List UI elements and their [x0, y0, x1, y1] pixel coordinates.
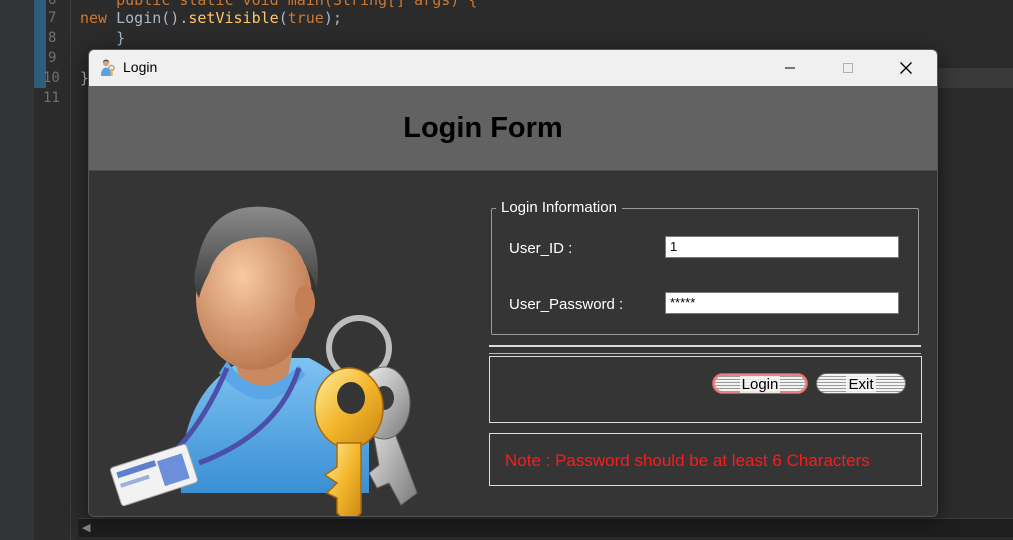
minimize-button[interactable]: [761, 50, 819, 86]
form-header: Login Form: [89, 86, 937, 171]
code-class: Login: [107, 9, 162, 27]
code-literal: true: [287, 9, 324, 27]
minimize-icon: [785, 67, 795, 69]
user-password-label: User_Password :: [509, 296, 624, 313]
user-keys-icon: [101, 59, 115, 76]
user-id-input[interactable]: 1: [665, 236, 899, 258]
password-note: Note : Password should be at least 6 Cha…: [505, 451, 870, 470]
login-window: Login Login Form Login Information User_…: [88, 49, 938, 517]
ide-current-line: [936, 68, 1013, 88]
maximize-icon: [843, 63, 853, 73]
code-method: setVisible: [188, 9, 279, 27]
ide-left-strip: [0, 0, 34, 540]
user-id-label: User_ID :: [509, 240, 573, 257]
close-icon: [900, 62, 912, 74]
code-punct: (: [278, 9, 288, 27]
separator: [489, 345, 921, 354]
code-keyword: new: [80, 9, 108, 27]
window-title: Login: [123, 59, 158, 75]
login-information-group: Login Information User_ID : 1 User_Passw…: [491, 199, 919, 335]
code-punct: ().: [161, 9, 189, 27]
exit-button[interactable]: Exit: [816, 373, 906, 394]
button-panel: Login Exit: [489, 356, 922, 423]
close-button[interactable]: [877, 50, 935, 86]
login-button[interactable]: Login: [712, 373, 808, 394]
note-panel: Note : Password should be at least 6 Cha…: [489, 433, 922, 486]
user-password-input[interactable]: *****: [665, 292, 899, 314]
horizontal-scrollbar[interactable]: ◀: [78, 518, 1013, 537]
page-title: Login Form: [403, 112, 563, 144]
fieldset-legend: Login Information: [496, 199, 622, 216]
maximize-button[interactable]: [819, 50, 877, 86]
ide-line-numbers: 6 7 8 9 10 11: [34, 0, 70, 540]
user-keys-illustration: [110, 206, 418, 516]
exit-button-label: Exit: [846, 376, 876, 393]
scroll-left-icon[interactable]: ◀: [82, 521, 90, 534]
code-line-8: }: [80, 29, 126, 47]
code-line-7: new Login().setVisible(true);: [80, 8, 342, 28]
form-body: Login Information User_ID : 1 User_Passw…: [89, 171, 937, 516]
login-button-label: Login: [739, 376, 781, 393]
title-bar[interactable]: Login: [89, 50, 937, 86]
code-punct: );: [323, 9, 342, 27]
